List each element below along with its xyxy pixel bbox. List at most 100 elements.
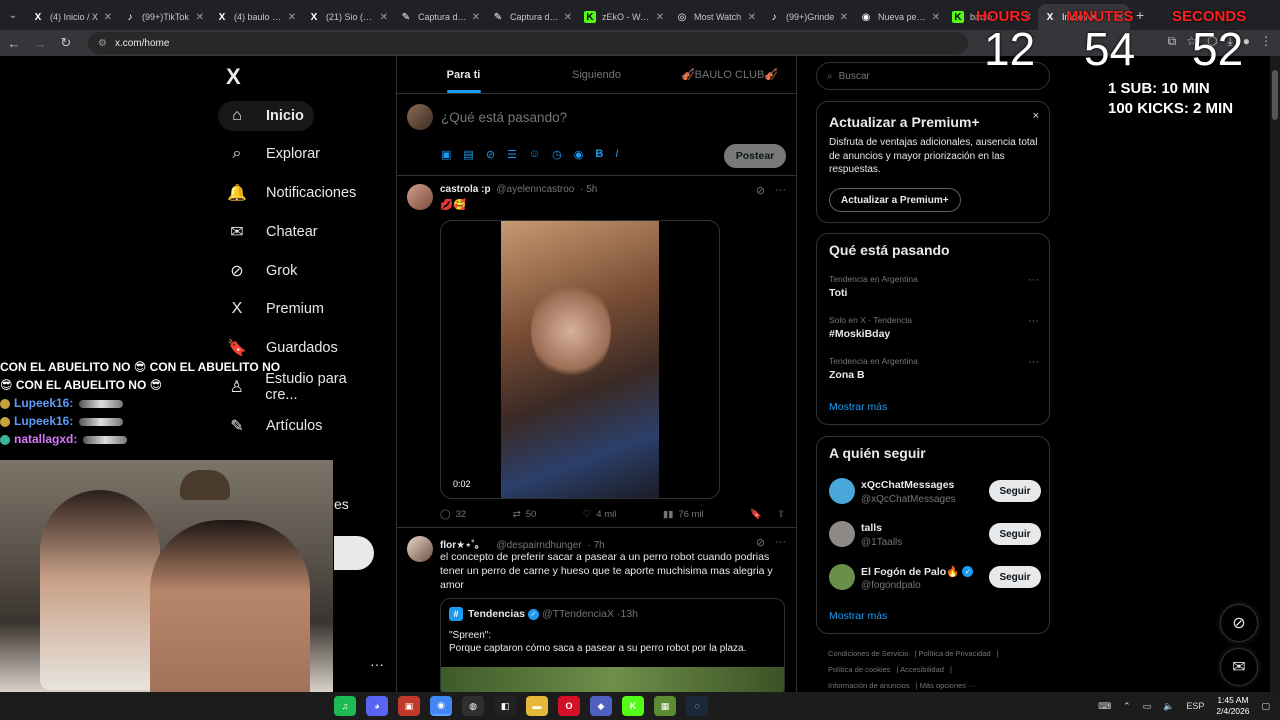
close-tab-icon[interactable]: ✕ [288, 12, 296, 23]
tweet[interactable]: castrola :p @ayelenncastroo · 5h ⊘ ··· 💋… [397, 176, 796, 528]
volume-icon[interactable]: 🔈 [1163, 701, 1174, 712]
sidebar-item-notificaciones[interactable]: 🔔 Notificaciones [218, 178, 366, 208]
tab-para-ti[interactable]: Para ti [397, 56, 530, 93]
grok-icon[interactable]: ⊘ [756, 184, 765, 197]
schedule-icon[interactable]: ◷ [552, 148, 562, 161]
app-icon[interactable]: ◆ [590, 696, 612, 716]
sidebar-item-chatear[interactable]: ✉ Chatear [218, 217, 328, 247]
close-tab-icon[interactable]: ✕ [932, 12, 940, 23]
location-icon[interactable]: ◉ [574, 148, 584, 161]
sidebar-item-inicio[interactable]: ⌂ Inicio [218, 101, 314, 131]
sidebar-item-grok[interactable]: ⊘ Grok [218, 256, 307, 286]
footer-link[interactable]: Condiciones de Servicio [828, 649, 908, 658]
site-info-icon[interactable]: ⚙ [98, 38, 107, 49]
avatar[interactable] [829, 564, 855, 590]
follow-suggestion[interactable]: xQcChatMessages @xQcChatMessages Seguir [829, 477, 1041, 509]
browser-tab[interactable]: X (21) Sio (@S ✕ [302, 4, 394, 30]
footer-link[interactable]: Información de anuncios [828, 681, 910, 690]
close-tab-icon[interactable]: ✕ [748, 12, 756, 23]
trend-item[interactable]: Tendencia en Argentina Toti ··· [829, 274, 1039, 299]
footer-link[interactable]: Política de Privacidad [919, 649, 991, 658]
tweet-time[interactable]: 5h [586, 184, 597, 195]
close-tab-icon[interactable]: ✕ [104, 12, 112, 23]
discord-icon[interactable]: ◕ [366, 696, 388, 716]
messages-fab-button[interactable]: ✉ [1220, 648, 1258, 686]
browser-tab[interactable]: X (4) Inicio / X ✕ [26, 4, 118, 30]
close-tab-icon[interactable]: ✕ [564, 12, 572, 23]
more-icon[interactable]: ··· [775, 536, 786, 549]
avatar[interactable] [829, 521, 855, 547]
grok-icon[interactable]: ⊘ [756, 536, 765, 549]
account-menu-icon[interactable]: ··· [370, 656, 384, 672]
close-tab-icon[interactable]: ✕ [196, 12, 204, 23]
forward-button[interactable]: → [28, 31, 52, 55]
more-icon[interactable]: ··· [1028, 356, 1039, 368]
follow-button[interactable]: Seguir [989, 566, 1041, 588]
browser-tab[interactable]: ◎ Most Watch ✕ [670, 4, 762, 30]
tweet-author-name[interactable]: castrola :p [440, 184, 491, 195]
url-bar[interactable]: ⚙ x.com/home [88, 32, 968, 54]
gif-icon[interactable]: ▤ [463, 148, 473, 161]
avatar[interactable] [407, 184, 433, 210]
close-tab-icon[interactable]: ✕ [472, 12, 480, 23]
follow-show-more-link[interactable]: Mostrar más [829, 610, 887, 622]
footer-link[interactable]: Accesibilidad [900, 665, 944, 674]
follow-button[interactable]: Seguir [989, 523, 1041, 545]
keyboard-icon[interactable]: ⌨ [1098, 701, 1111, 712]
tab-siguiendo[interactable]: Siguiendo [530, 56, 663, 93]
share-icon[interactable]: ⇪ [777, 509, 785, 520]
chrome-icon[interactable]: ◉ [430, 696, 452, 716]
post-button[interactable] [334, 536, 374, 570]
page-scrollbar[interactable] [1270, 56, 1280, 692]
bookmark-icon[interactable]: 🔖 [750, 509, 762, 520]
follow-suggestion[interactable]: talls @1Taalls Seguir [829, 520, 1041, 552]
clock[interactable]: 1:45 AM 2/4/2026 [1216, 695, 1249, 717]
tweet[interactable]: flor★⋆˚｡ @despairndhunger · 7h ⊘ ··· el … [397, 528, 796, 692]
obs-icon[interactable]: ◍ [462, 696, 484, 716]
tweet-handle[interactable]: @ayelenncastroo [496, 184, 574, 195]
more-icon[interactable]: ··· [1028, 315, 1039, 327]
quoted-tweet[interactable]: # Tendencias ✓ @TTendenciaX · 13h "Spree… [440, 598, 785, 692]
network-icon[interactable]: ▭ [1143, 701, 1152, 712]
emoji-icon[interactable]: ☺ [529, 148, 540, 161]
spotify-icon[interactable]: ♫ [334, 696, 356, 716]
more-icon[interactable]: ··· [775, 184, 786, 197]
folder-icon[interactable]: ▬ [526, 696, 548, 716]
tab-baulo-club[interactable]: 🎻BAULO CLUB🎻 [663, 56, 796, 93]
avatar[interactable] [829, 478, 855, 504]
close-tab-icon[interactable]: ✕ [380, 12, 388, 23]
opera-icon[interactable]: O [558, 696, 580, 716]
notification-icon[interactable]: ▢ [1261, 701, 1270, 712]
stream-app-icon[interactable]: ▣ [398, 696, 420, 716]
follow-button[interactable]: Seguir [989, 480, 1041, 502]
quoted-image[interactable] [441, 667, 784, 692]
compose-input[interactable]: ¿Qué está pasando? [441, 110, 567, 125]
chevron-up-icon[interactable]: ⌃ [1123, 701, 1131, 712]
browser-tab[interactable]: ✎ Captura de p ✕ [394, 4, 486, 30]
browser-tab[interactable]: ✎ Captura de p ✕ [486, 4, 578, 30]
poll-icon[interactable]: ☰ [507, 148, 517, 161]
avatar[interactable] [407, 536, 433, 562]
steam-icon[interactable]: ◌ [686, 696, 708, 716]
repost-button[interactable]: ⇄ 50 [513, 509, 537, 520]
sidebar-item-explorar[interactable]: ⌕ Explorar [218, 139, 330, 169]
views-button[interactable]: ▮▮ 76 mil [663, 509, 704, 520]
close-tab-icon[interactable]: ✕ [840, 12, 848, 23]
bold-icon[interactable]: B [595, 148, 603, 161]
post-submit-button[interactable]: Postear [724, 144, 786, 168]
avatar[interactable] [407, 104, 433, 130]
reply-button[interactable]: ◯ 32 [440, 509, 466, 520]
like-button[interactable]: ♡ 4 mil [583, 509, 617, 520]
trends-show-more-link[interactable]: Mostrar más [829, 401, 887, 413]
language-indicator[interactable]: ESP [1186, 701, 1204, 711]
sidebar-item-premium[interactable]: X Premium [218, 294, 334, 324]
browser-tab[interactable]: ◉ Nueva pesta ✕ [854, 4, 946, 30]
reload-button[interactable]: ↻ [54, 31, 78, 55]
kick-icon[interactable]: K [622, 696, 644, 716]
footer-link[interactable]: Política de cookies [828, 665, 891, 674]
italic-icon[interactable]: I [615, 148, 618, 161]
image-icon[interactable]: ▣ [441, 148, 451, 161]
browser-tab[interactable]: KzEkO - Watc ✕ [578, 4, 670, 30]
trend-item[interactable]: Solo en X · Tendencia #MoskiBday ··· [829, 315, 1039, 340]
more-icon[interactable]: ··· [1028, 274, 1039, 286]
